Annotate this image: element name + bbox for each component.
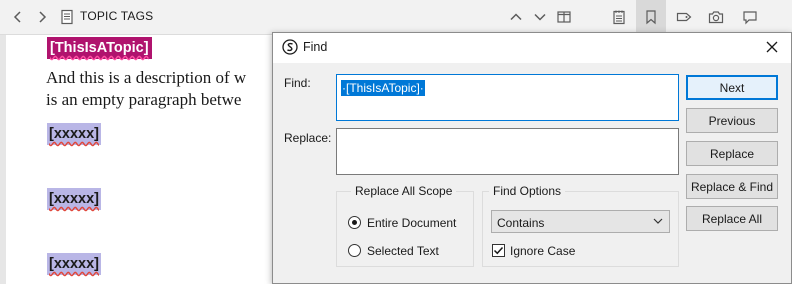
forward-arrow-icon[interactable] xyxy=(31,6,53,28)
match-mode-value: Contains xyxy=(497,216,545,230)
chevron-down-icon xyxy=(653,218,663,224)
selected-text-radio[interactable] xyxy=(348,244,361,257)
placeholder-tag-text: [xxxxx] xyxy=(49,191,99,207)
entire-document-label[interactable]: Entire Document xyxy=(367,216,456,230)
document-icon xyxy=(56,6,78,28)
placeholder-tag[interactable]: [xxxxx] xyxy=(47,188,101,210)
placeholder-tag-text: [xxxxx] xyxy=(49,256,99,272)
back-arrow-icon[interactable] xyxy=(7,6,29,28)
dialog-title-bar[interactable]: Find xyxy=(273,33,791,63)
match-mode-select[interactable]: Contains xyxy=(491,210,670,233)
camera-icon[interactable] xyxy=(705,6,727,28)
tag-icon[interactable] xyxy=(673,6,695,28)
find-options-group: Find Options Contains Ignore Case xyxy=(482,184,679,267)
find-options-title: Find Options xyxy=(489,184,566,198)
app-logo-icon xyxy=(282,39,298,55)
dialog-title: Find xyxy=(303,40,328,54)
description-line-2: is an empty paragraph betwe xyxy=(46,90,242,109)
chevron-up-icon[interactable] xyxy=(505,6,527,28)
replace-scope-group: Replace All Scope Entire Document Select… xyxy=(336,184,474,267)
notebook-icon[interactable] xyxy=(608,6,630,28)
comment-icon[interactable] xyxy=(739,6,761,28)
find-dialog: Find Find: ·[ThisIsATopic]· Replace: Nex… xyxy=(272,32,792,284)
find-label: Find: xyxy=(284,76,311,90)
split-view-icon[interactable] xyxy=(553,6,575,28)
topic-tag-text: [ThisIsATopic] xyxy=(50,40,149,56)
placeholder-tag-text: [xxxxx] xyxy=(49,126,99,142)
replace-all-button[interactable]: Replace All xyxy=(686,206,778,231)
topic-tag[interactable]: [ThisIsATopic] xyxy=(47,37,152,59)
replace-and-find-button[interactable]: Replace & Find xyxy=(686,174,778,199)
checkmark-icon xyxy=(493,246,504,255)
find-input[interactable]: ·[ThisIsATopic]· xyxy=(336,74,679,121)
radio-selected-dot xyxy=(352,220,357,225)
next-button[interactable]: Next xyxy=(686,75,778,100)
replace-input[interactable] xyxy=(336,128,679,175)
replace-button[interactable]: Replace xyxy=(686,141,778,166)
placeholder-tag[interactable]: [xxxxx] xyxy=(47,123,101,145)
chevron-down-icon[interactable] xyxy=(529,6,551,28)
selected-text-label[interactable]: Selected Text xyxy=(367,244,439,258)
description-line-1: And this is a description of w xyxy=(46,68,247,87)
previous-button[interactable]: Previous xyxy=(686,108,778,133)
left-gutter xyxy=(0,35,6,284)
dialog-body: Find: ·[ThisIsATopic]· Replace: Next Pre… xyxy=(273,63,791,283)
replace-scope-title: Replace All Scope xyxy=(351,184,457,198)
find-input-value: ·[ThisIsATopic]· xyxy=(341,80,425,96)
document-title: TOPIC TAGS xyxy=(80,9,154,23)
ignore-case-checkbox[interactable] xyxy=(492,244,505,257)
description-paragraph[interactable]: And this is a description of w is an emp… xyxy=(46,67,246,111)
close-icon[interactable] xyxy=(763,38,781,56)
replace-label: Replace: xyxy=(284,131,332,145)
bookmark-icon[interactable] xyxy=(636,0,666,34)
entire-document-radio[interactable] xyxy=(348,216,361,229)
ignore-case-label[interactable]: Ignore Case xyxy=(510,244,575,258)
placeholder-tag[interactable]: [xxxxx] xyxy=(47,253,101,275)
editor-toolbar: TOPIC TAGS xyxy=(0,0,792,35)
